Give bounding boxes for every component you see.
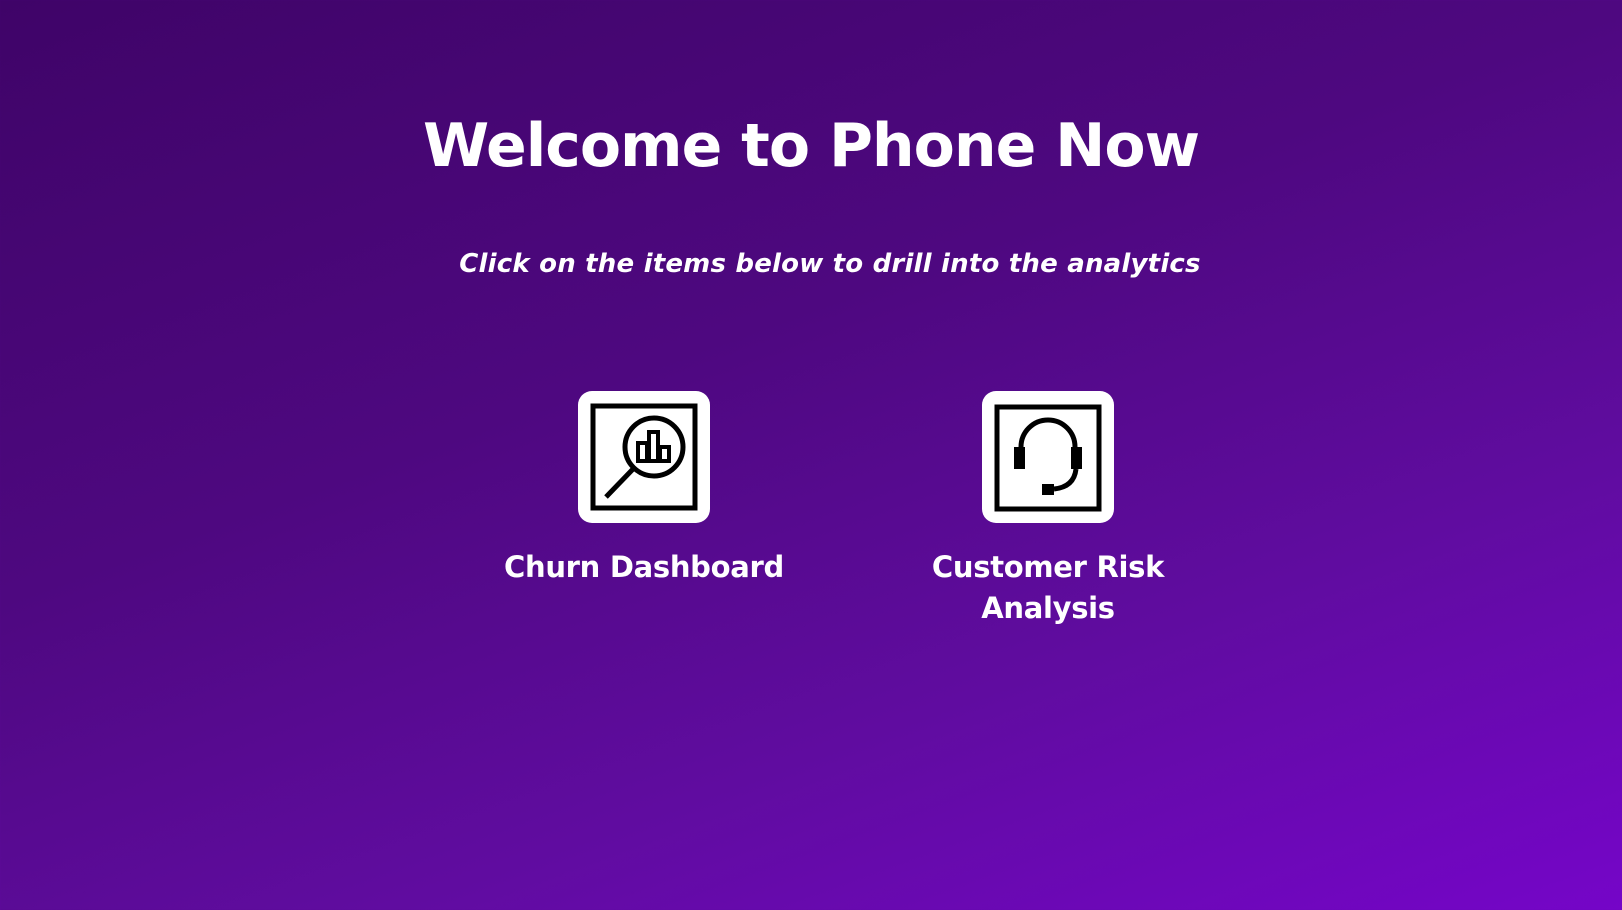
churn-dashboard-tile[interactable]: Churn Dashboard — [504, 391, 784, 588]
churn-dashboard-icon-box[interactable] — [578, 391, 710, 523]
page-title: Welcome to Phone Now — [422, 111, 1200, 181]
headset-icon — [994, 404, 1102, 512]
churn-dashboard-label[interactable]: Churn Dashboard — [504, 547, 784, 588]
page-subtitle: Click on the items below to drill into t… — [459, 249, 1201, 279]
customer-risk-analysis-tile[interactable]: Customer Risk Analysis — [908, 391, 1188, 629]
customer-risk-icon-box[interactable] — [982, 391, 1114, 523]
magnifier-chart-icon — [590, 403, 698, 511]
customer-risk-analysis-label[interactable]: Customer Risk Analysis — [908, 547, 1188, 629]
